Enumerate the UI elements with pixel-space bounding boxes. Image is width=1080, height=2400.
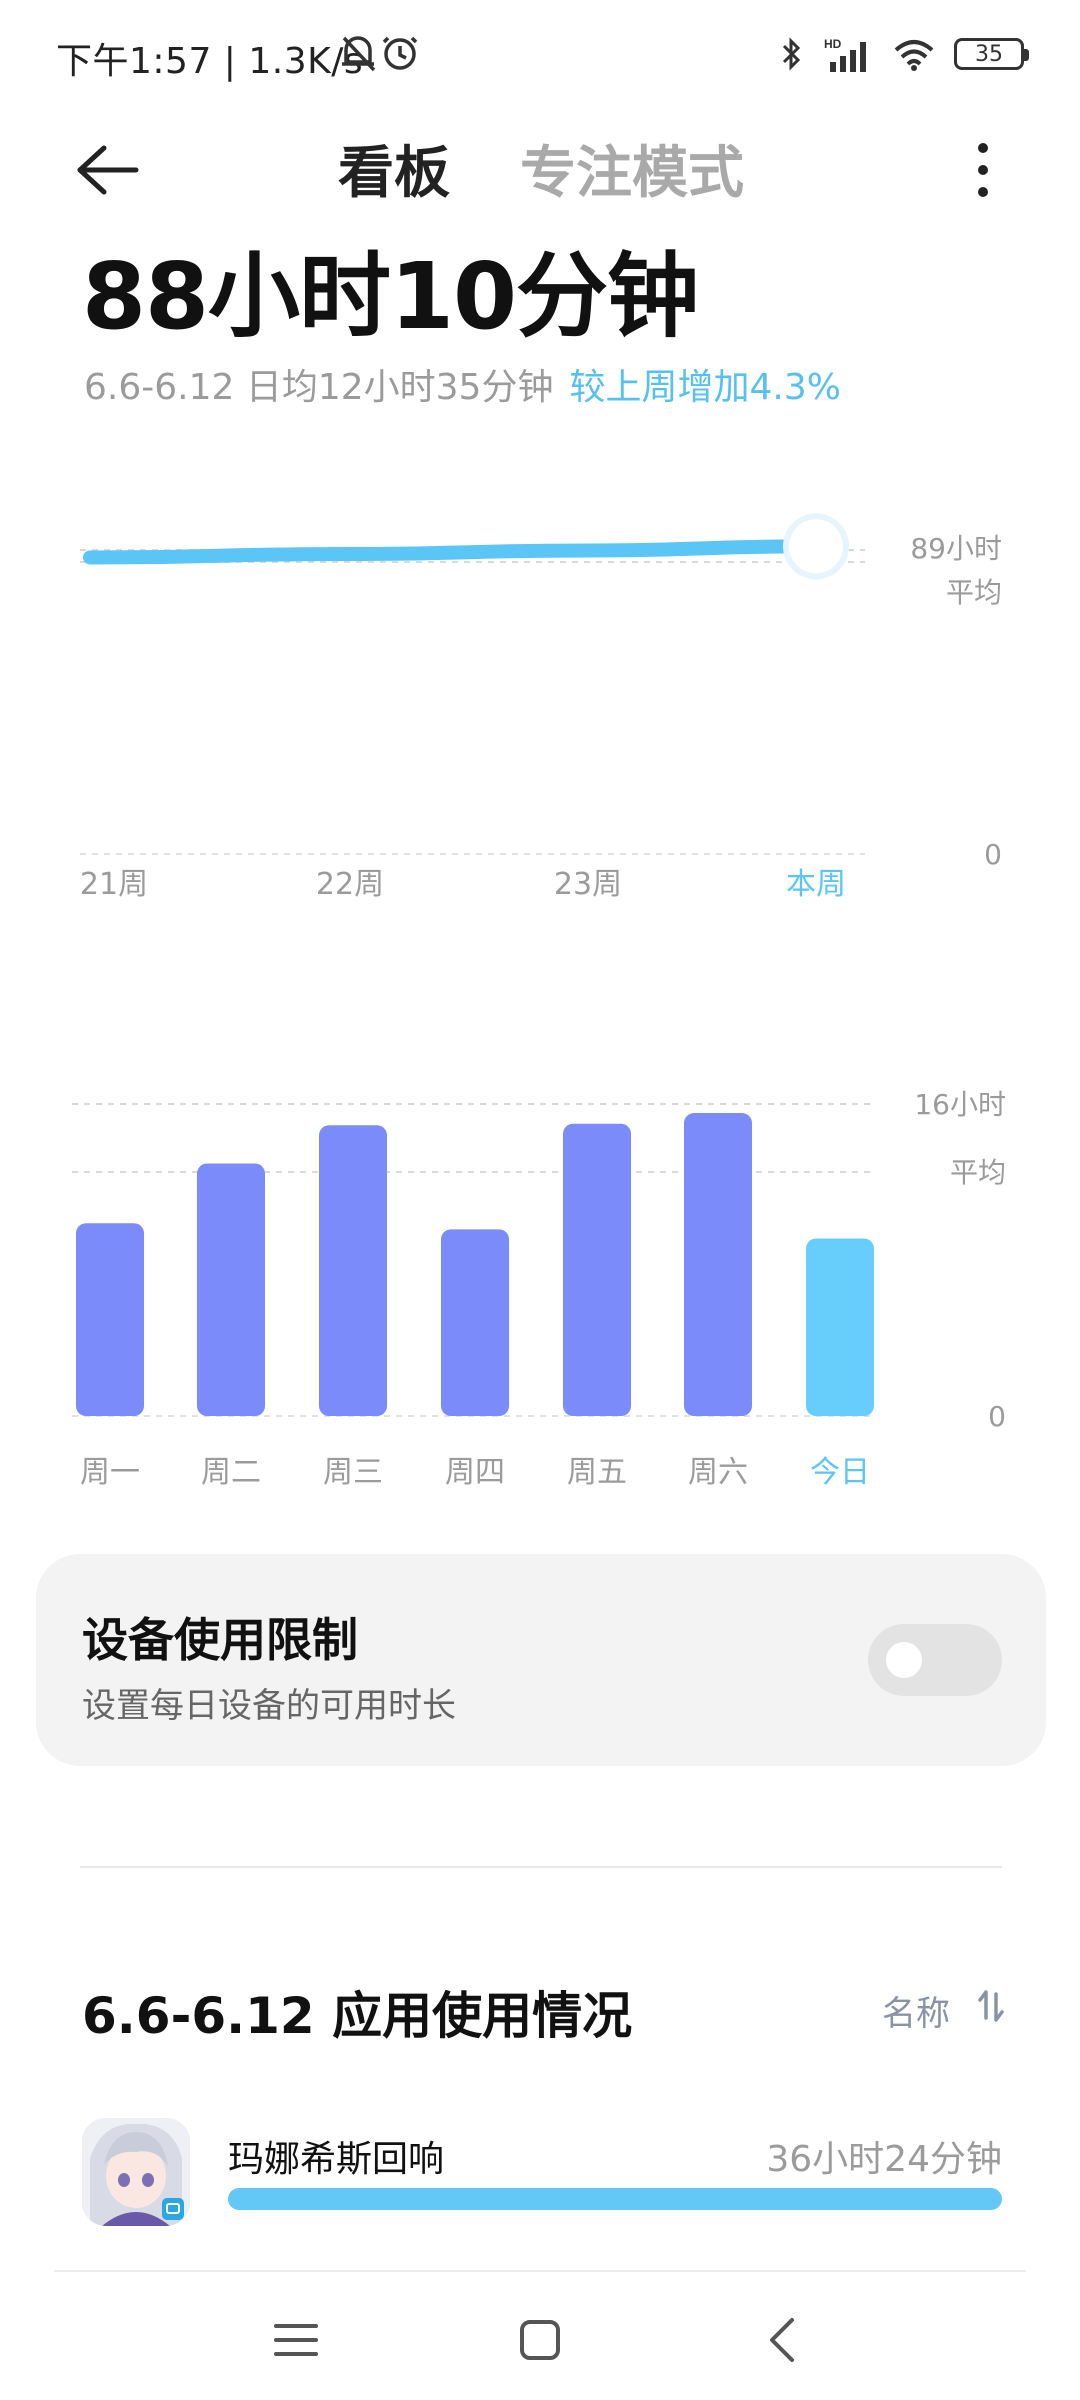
- weekly-x-label: 23周: [554, 867, 622, 902]
- muted-bell-icon: [342, 36, 376, 72]
- app-avatar-icon: [82, 2118, 190, 2226]
- status-bar: 下午1:57 | 1.3K/s HD 35: [0, 0, 1080, 110]
- status-bar-text: 下午1:57 | 1.3K/s: [56, 41, 364, 82]
- menu-nav-icon[interactable]: [256, 2300, 336, 2380]
- daily-average-text: 6.6-6.12 日均12小时35分钟: [84, 367, 554, 408]
- tab-focus-mode[interactable]: 专注模式: [520, 128, 744, 209]
- daily-bar[interactable]: [441, 1229, 509, 1416]
- section-divider: [80, 1866, 1002, 1868]
- sort-icon[interactable]: [976, 1988, 1006, 2024]
- back-arrow-icon[interactable]: [70, 130, 150, 210]
- sort-by-name-button[interactable]: 名称: [882, 1986, 950, 2035]
- daily-y-zero-label: 0: [988, 1400, 1006, 1433]
- device-limit-subtitle: 设置每日设备的可用时长: [82, 1686, 456, 1726]
- daily-bar[interactable]: [76, 1223, 144, 1416]
- wifi-icon: [894, 40, 934, 71]
- daily-y-top-label: 16小时: [914, 1088, 1006, 1121]
- battery-level: 35: [975, 41, 1003, 67]
- more-options-icon[interactable]: [958, 130, 1008, 210]
- weekly-y-top-label: 89小时: [910, 532, 1002, 565]
- daily-bars: [76, 1113, 874, 1416]
- battery-icon: 35: [954, 38, 1029, 70]
- daily-x-label: 周三: [323, 1455, 383, 1490]
- app-usage-bar-fill: [228, 2188, 1002, 2210]
- daily-x-labels: 周一 周二 周三 周四 周五 周六 今日: [80, 1455, 870, 1490]
- weekly-x-label: 22周: [316, 867, 384, 902]
- weekly-trend-chart: 89小时 平均 0 21周 22周 23周 本周: [80, 513, 1002, 902]
- weekly-x-label: 21周: [80, 867, 148, 902]
- status-extra-icons: [342, 36, 418, 72]
- weekly-series-line: [83, 539, 823, 565]
- daily-usage-chart: 16小时 平均 0 周一 周二 周三 周四 周五 周六 今日: [72, 1088, 1006, 1490]
- weekly-x-labels: 21周 22周 23周 本周: [80, 867, 846, 902]
- status-right-icons: HD 35: [780, 30, 1029, 78]
- app-icon-manaxisi[interactable]: [82, 2118, 190, 2226]
- week-change-text: 较上周增加4.3%: [569, 367, 841, 408]
- svg-text:HD: HD: [824, 37, 842, 51]
- weekly-y-zero-label: 0: [984, 838, 1002, 871]
- daily-y-avg-label: 平均: [950, 1156, 1006, 1189]
- toggle-knob: [886, 1642, 922, 1678]
- daily-bar[interactable]: [319, 1125, 387, 1416]
- total-usage-time: 88小时10分钟: [82, 243, 699, 350]
- app-usage-title: 6.6-6.12 应用使用情况: [82, 1987, 633, 2045]
- daily-x-label: 周六: [688, 1455, 748, 1490]
- current-week-point[interactable]: [783, 513, 849, 580]
- daily-x-label: 周一: [80, 1455, 140, 1490]
- back-nav-icon[interactable]: [744, 2300, 824, 2380]
- tab-dashboard[interactable]: 看板: [338, 128, 450, 209]
- app-usage-time: 36小时24分钟: [766, 2139, 1002, 2180]
- app-usage-bar: [228, 2188, 1002, 2210]
- daily-bar[interactable]: [684, 1113, 752, 1416]
- weekly-y-avg-label: 平均: [946, 576, 1002, 609]
- signal-icon: HD: [824, 37, 866, 72]
- alarm-icon: [382, 36, 418, 70]
- daily-bar[interactable]: [563, 1123, 631, 1416]
- nav-separator: [54, 2270, 1026, 2272]
- daily-x-label: 今日: [810, 1455, 870, 1490]
- daily-bar[interactable]: [197, 1163, 265, 1416]
- usage-summary: 6.6-6.12 日均12小时35分钟 较上周增加4.3%: [84, 358, 841, 410]
- weekly-chart-grid: [80, 549, 865, 855]
- daily-bar[interactable]: [806, 1238, 874, 1416]
- weekly-x-label: 本周: [786, 867, 846, 902]
- bluetooth-icon: [782, 37, 801, 71]
- home-nav-icon[interactable]: [500, 2300, 580, 2380]
- device-limit-toggle[interactable]: [868, 1624, 1002, 1696]
- app-name: 玛娜希斯回响: [228, 2139, 445, 2180]
- daily-x-label: 周五: [567, 1455, 627, 1490]
- daily-x-label: 周二: [201, 1455, 261, 1490]
- daily-x-label: 周四: [445, 1455, 505, 1490]
- device-limit-title: 设备使用限制: [82, 1613, 358, 1667]
